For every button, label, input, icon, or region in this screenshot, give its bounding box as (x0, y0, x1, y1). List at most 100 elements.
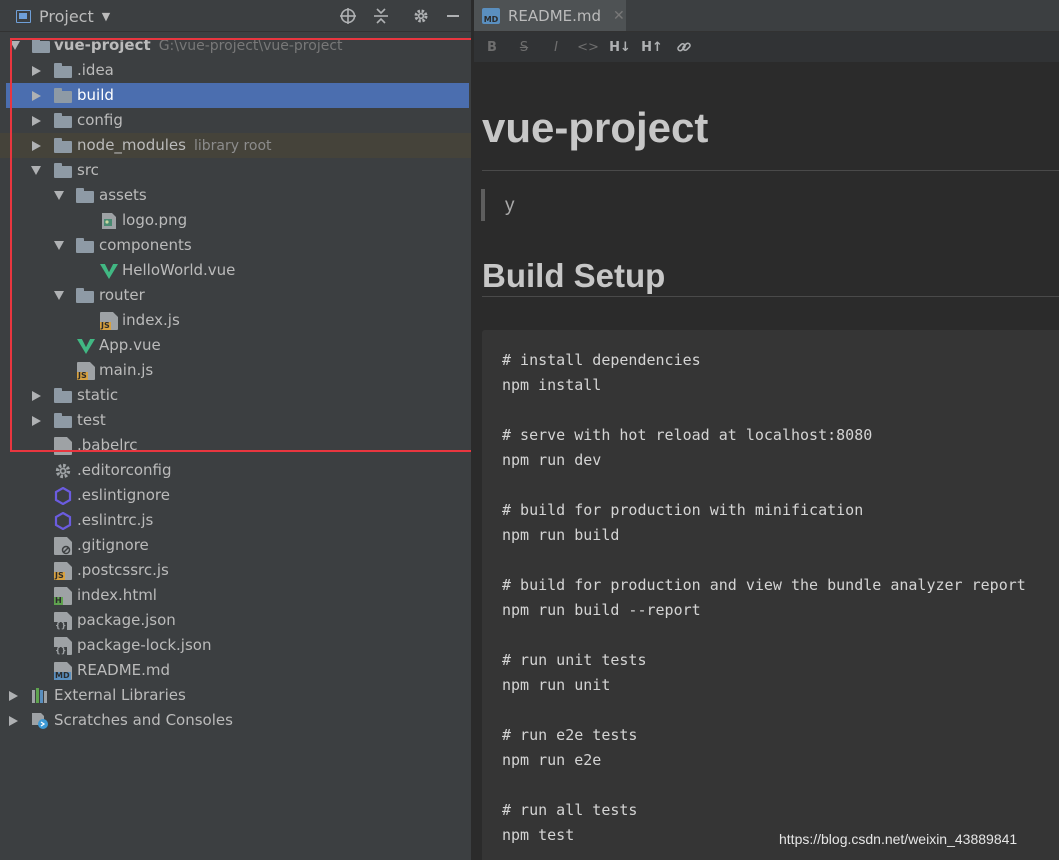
tree-item-label: config (77, 111, 123, 129)
tree-item-label: build (77, 86, 114, 104)
markdown-file-icon: MD (54, 662, 72, 680)
tree-item-label: External Libraries (54, 686, 186, 704)
heading-2: Build Setup (482, 257, 666, 294)
tree-item-label: .eslintignore (77, 486, 170, 504)
tab-readme[interactable]: MD README.md ✕ (474, 0, 626, 31)
tree-item-label: .postcssrc.js (77, 561, 169, 579)
code-line: npm run e2e (502, 751, 602, 769)
html-file-icon: H (54, 587, 72, 605)
collapse-arrow-icon (32, 115, 41, 126)
code-line: # run e2e tests (502, 726, 638, 744)
tree-item-label: package-lock.json (77, 636, 212, 654)
json-file-icon: {} (54, 612, 72, 630)
tree-item-eslintignore[interactable]: .eslintignore (0, 483, 471, 508)
tree-item-node-modules[interactable]: node_modules library root (0, 133, 471, 158)
eslint-icon (54, 511, 72, 531)
tree-item-helloworld-vue[interactable]: HelloWorld.vue (0, 258, 471, 283)
editor-tabs: MD README.md ✕ (474, 0, 1059, 32)
eslint-icon (54, 486, 72, 506)
tree-item-label: static (77, 386, 119, 404)
tree-item-label: logo.png (122, 211, 188, 229)
heading-1: vue-project (482, 104, 709, 151)
tree-item-components[interactable]: components (0, 233, 471, 258)
tree-item-label: vue-project (54, 36, 151, 54)
tree-item-assets[interactable]: assets (0, 183, 471, 208)
tree-item-label: main.js (99, 361, 154, 379)
tree-item-test[interactable]: test (0, 408, 471, 433)
code-button[interactable]: <> (572, 32, 604, 62)
tree-item-router[interactable]: router (0, 283, 471, 308)
strikethrough-icon: S (519, 39, 529, 55)
tree-item-scratches[interactable]: Scratches and Consoles (0, 708, 471, 733)
tree-item-index-html[interactable]: H index.html (0, 583, 471, 608)
link-button[interactable] (668, 32, 700, 62)
code-line: # build for production with minification (502, 501, 864, 519)
expand-arrow-icon (10, 41, 20, 50)
folder-icon (76, 237, 94, 255)
gear-icon (414, 9, 428, 23)
tree-item-src[interactable]: src (0, 158, 471, 183)
js-file-icon: JS (100, 312, 118, 330)
markdown-toolbar: B S I <> H↓ H↑ (474, 32, 1059, 62)
tree-item-gitignore[interactable]: .gitignore (0, 533, 471, 558)
tree-item-editorconfig[interactable]: .editorconfig (0, 458, 471, 483)
tree-item-external-libraries[interactable]: External Libraries (0, 683, 471, 708)
tree-item-label: Scratches and Consoles (54, 711, 233, 729)
tree-item-label: .editorconfig (77, 461, 172, 479)
tree-item-label: src (77, 161, 99, 179)
folder-icon (54, 62, 72, 80)
ignore-file-icon (54, 537, 72, 555)
tree-item-logo-png[interactable]: logo.png (0, 208, 471, 233)
tree-item-package-json[interactable]: {} package.json (0, 608, 471, 633)
close-icon[interactable]: ✕ (613, 8, 625, 24)
italic-icon: I (554, 39, 558, 55)
tree-item-config[interactable]: config (0, 108, 471, 133)
tree-item-label: .gitignore (77, 536, 149, 554)
collapse-all-button[interactable] (370, 5, 392, 27)
code-block: # install dependencies npm install # ser… (482, 330, 1059, 860)
tree-item-label: .eslintrc.js (77, 511, 154, 529)
tree-item-readme-md[interactable]: MD README.md (0, 658, 471, 683)
strikethrough-button[interactable]: S (508, 32, 540, 62)
tree-item-package-lock-json[interactable]: {} package-lock.json (0, 633, 471, 658)
js-file-icon: JS (54, 562, 72, 580)
editor-panel: MD README.md ✕ B S I <> H↓ H↑ vue-projec… (474, 0, 1059, 860)
tree-item-app-vue[interactable]: App.vue (0, 333, 471, 358)
tree-item-postcssrc-js[interactable]: JS .postcssrc.js (0, 558, 471, 583)
locate-button[interactable] (337, 5, 359, 27)
italic-button[interactable]: I (540, 32, 572, 62)
collapse-arrow-icon (32, 140, 41, 151)
tree-item-eslintrc-js[interactable]: .eslintrc.js (0, 508, 471, 533)
tree-item-idea[interactable]: .idea (0, 58, 471, 83)
header-up-button[interactable]: H↑ (636, 32, 668, 62)
project-view-dropdown[interactable]: Project ▼ (16, 5, 110, 27)
code-line: npm run build --report (502, 601, 701, 619)
collapse-arrow-icon (32, 390, 41, 401)
project-view-label: Project (39, 6, 94, 26)
hide-panel-button[interactable] (442, 5, 464, 27)
project-icon (16, 9, 31, 23)
module-folder-icon (32, 37, 50, 55)
tree-item-label: .babelrc (77, 436, 138, 454)
settings-button[interactable] (410, 5, 432, 27)
tree-item-router-index-js[interactable]: JS index.js (0, 308, 471, 333)
code-line: npm install (502, 376, 602, 394)
bold-button[interactable]: B (476, 32, 508, 62)
tree-item-vue-project[interactable]: vue-project G:\vue-project\vue-project (0, 33, 471, 58)
link-icon (677, 42, 691, 52)
header-down-button[interactable]: H↓ (604, 32, 636, 62)
collapse-arrow-icon (9, 690, 18, 701)
watermark: https://blog.csdn.net/weixin_43889841 (779, 831, 1018, 847)
tree-item-label: README.md (77, 661, 171, 679)
tree-item-babelrc[interactable]: .babelrc (0, 433, 471, 458)
code-line: # build for production and view the bund… (502, 576, 1026, 594)
tree-item-main-js[interactable]: JS main.js (0, 358, 471, 383)
tree-item-build[interactable]: build (6, 83, 469, 108)
image-file-icon (100, 212, 118, 230)
header-up-icon: H↑ (641, 39, 663, 55)
heading-rule (482, 170, 1059, 171)
collapse-all-icon (374, 8, 388, 24)
tree-item-static[interactable]: static (0, 383, 471, 408)
tree-item-label: .idea (77, 61, 114, 79)
collapse-arrow-icon (32, 415, 41, 426)
